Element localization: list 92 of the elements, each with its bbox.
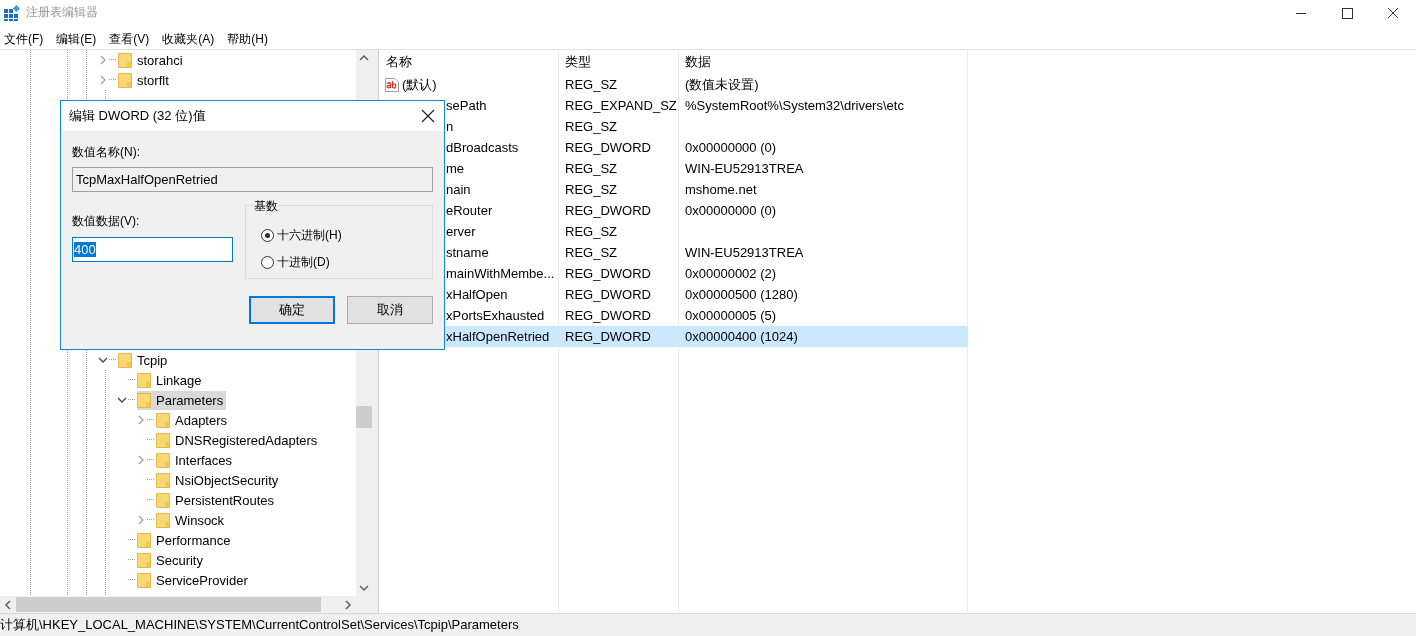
- tree-item[interactable]: Security: [137, 550, 206, 570]
- column-header[interactable]: 名称: [379, 53, 558, 71]
- folder-icon: [137, 552, 151, 568]
- value-type: REG_SZ: [565, 245, 617, 260]
- radio-label[interactable]: 十六进制(H): [277, 227, 342, 244]
- value-data: 0x00000000 (0): [685, 140, 777, 155]
- value-data: (数值未设置): [685, 75, 759, 94]
- value-type: REG_DWORD: [565, 266, 651, 281]
- value-type: REG_DWORD: [565, 140, 651, 155]
- chevron-down-icon[interactable]: [117, 396, 127, 404]
- value-type: REG_SZ: [565, 77, 617, 92]
- tree-item[interactable]: Parameters: [137, 390, 227, 410]
- group-label: 基数: [253, 198, 279, 215]
- chevron-right-icon[interactable]: [98, 75, 108, 85]
- cancel-button[interactable]: 取消: [347, 296, 433, 324]
- value-name: erver: [446, 224, 476, 239]
- chevron-right-icon[interactable]: [136, 455, 146, 465]
- value-data: mshome.net: [685, 182, 757, 197]
- folder-icon: [137, 372, 151, 388]
- value-name: mainWithMembe...: [446, 266, 555, 281]
- value-name: nain: [446, 182, 471, 197]
- value-name: xHalfOpenRetried: [446, 329, 550, 344]
- value-name: xPortsExhausted: [446, 308, 545, 323]
- folder-icon: [156, 452, 170, 468]
- close-icon[interactable]: [421, 109, 435, 123]
- value-data: WIN-EU52913TREA: [685, 161, 804, 176]
- menu-item[interactable]: 帮助(H): [227, 30, 268, 48]
- folder-icon: [156, 492, 170, 508]
- radio-label[interactable]: 十进制(D): [277, 254, 330, 271]
- tree-item[interactable]: NsiObjectSecurity: [156, 470, 282, 490]
- value-name: (默认): [402, 75, 437, 94]
- radio-button[interactable]: [261, 256, 274, 269]
- menu-item[interactable]: 收藏夹(A): [162, 30, 215, 48]
- folder-icon: [156, 512, 170, 528]
- folder-icon: [156, 472, 170, 488]
- value-data: 0x00000002 (2): [685, 266, 777, 281]
- value-type: REG_SZ: [565, 119, 617, 134]
- value-type: REG_DWORD: [565, 329, 651, 344]
- value-type: REG_DWORD: [565, 203, 651, 218]
- value-name: dBroadcasts: [446, 140, 519, 155]
- ok-button[interactable]: 确定: [249, 296, 335, 324]
- column-header[interactable]: 数据: [678, 53, 967, 71]
- value-type: REG_SZ: [565, 182, 617, 197]
- folder-icon: [137, 572, 151, 588]
- value-name: me: [446, 161, 465, 176]
- value-name: stname: [446, 245, 489, 260]
- folder-icon: [118, 352, 132, 368]
- table-row[interactable]: (默认) REG_SZ (数值未设置): [379, 74, 968, 95]
- value-type: REG_DWORD: [565, 287, 651, 302]
- value-type: REG_EXPAND_SZ: [565, 98, 677, 113]
- status-path: 计算机\HKEY_LOCAL_MACHINE\SYSTEM\CurrentControlSet\Services\Tcpip\Parameters: [0, 616, 519, 634]
- data-field[interactable]: 400: [72, 237, 233, 262]
- folder-icon: [137, 392, 151, 408]
- folder-icon: [118, 72, 132, 88]
- value-data: 0x00000500 (1280): [685, 287, 798, 302]
- chevron-right-icon[interactable]: [136, 415, 146, 425]
- value-data: WIN-EU52913TREA: [685, 245, 804, 260]
- radio-button[interactable]: [261, 229, 274, 242]
- value-data: 0x00000005 (5): [685, 308, 777, 323]
- tree-item[interactable]: storflt: [118, 70, 172, 90]
- string-value-icon: [384, 76, 400, 93]
- scroll-thumb[interactable]: [356, 406, 372, 428]
- tree-item[interactable]: ServiceProvider: [137, 570, 251, 590]
- value-type: REG_SZ: [565, 224, 617, 239]
- column-header[interactable]: 类型: [558, 53, 678, 71]
- value-name: eRouter: [446, 203, 493, 218]
- folder-icon: [156, 412, 170, 428]
- value-data: 0x00000400 (1024): [685, 329, 798, 344]
- folder-icon: [118, 52, 132, 68]
- value-data: %SystemRoot%\System32\drivers\etc: [685, 98, 904, 113]
- value-name: xHalfOpen: [446, 287, 508, 302]
- dialog-title: 编辑 DWORD (32 位)值: [69, 107, 206, 125]
- folder-icon: [137, 532, 151, 548]
- chevron-right-icon[interactable]: [136, 515, 146, 525]
- value-type: REG_DWORD: [565, 308, 651, 323]
- scroll-thumb[interactable]: [16, 597, 321, 612]
- menu-item[interactable]: 查看(V): [109, 30, 150, 48]
- window-title: 注册表编辑器: [26, 4, 98, 21]
- folder-icon: [156, 432, 170, 448]
- app-icon: [4, 4, 20, 21]
- menu-item[interactable]: 编辑(E): [56, 30, 97, 48]
- value-name: n: [446, 119, 454, 134]
- field-label: 数值名称(N):: [72, 144, 141, 160]
- value-name: sePath: [446, 98, 487, 113]
- menu-item[interactable]: 文件(F): [4, 30, 44, 48]
- name-field[interactable]: TcpMaxHalfOpenRetried: [72, 167, 433, 192]
- field-label: 数值数据(V):: [72, 213, 141, 229]
- chevron-down-icon[interactable]: [98, 356, 108, 364]
- value-type: REG_SZ: [565, 161, 617, 176]
- tree-item[interactable]: PersistentRoutes: [156, 490, 277, 510]
- chevron-right-icon[interactable]: [98, 55, 108, 65]
- value-data: 0x00000000 (0): [685, 203, 777, 218]
